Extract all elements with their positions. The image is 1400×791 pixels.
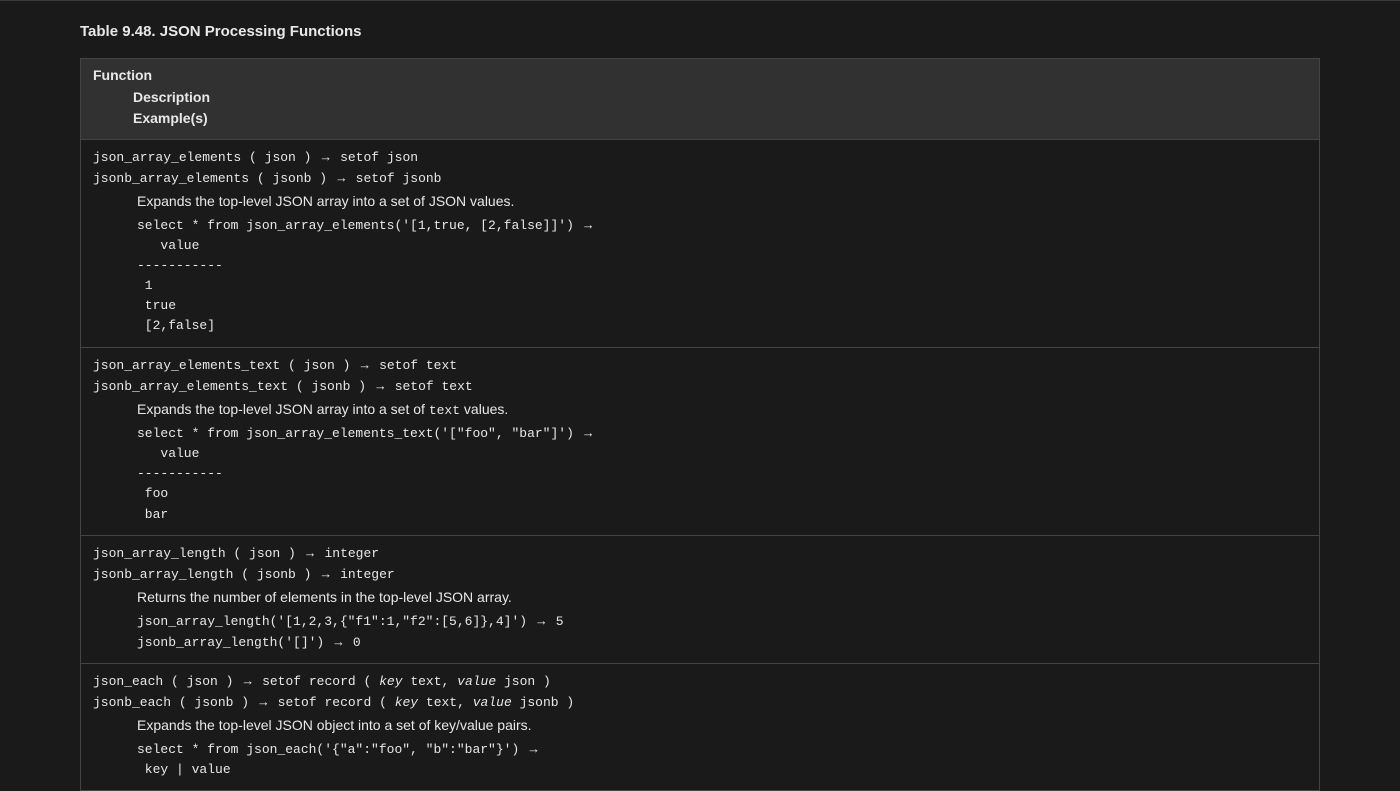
returns-arrow-icon: → — [358, 357, 371, 372]
ret-type: setof json — [340, 150, 418, 165]
example-call: select * from json_each('{"a":"foo", "b"… — [93, 739, 1307, 760]
returns-arrow-icon: → — [319, 149, 332, 164]
ret-type: setof text — [395, 379, 473, 394]
returns-arrow-icon: → — [332, 634, 345, 649]
example-call: select * from json_array_elements_text('… — [93, 423, 1307, 444]
arg-type: jsonb — [311, 379, 350, 394]
param-value: value — [473, 695, 512, 710]
table-row: json_array_elements_text ( json ) → seto… — [81, 347, 1320, 535]
table-title: Table 9.48. JSON Processing Functions — [80, 21, 1320, 42]
function-signature: jsonb_array_elements ( jsonb ) → setof j… — [93, 168, 1307, 189]
returns-arrow-icon: → — [319, 566, 332, 581]
function-cell: json_array_length ( json ) → integerjson… — [81, 535, 1320, 663]
param-value: value — [457, 674, 496, 689]
function-signature: jsonb_array_elements_text ( jsonb ) → se… — [93, 376, 1307, 397]
arg-type: json — [249, 546, 280, 561]
param-key: key — [395, 695, 418, 710]
val-type: jsonb — [520, 695, 559, 710]
ret-type: integer — [340, 567, 395, 582]
returns-arrow-icon: → — [335, 170, 348, 185]
func-name: json_array_elements — [93, 150, 241, 165]
arg-type: json — [265, 150, 296, 165]
page: Table 9.48. JSON Processing Functions Fu… — [0, 1, 1400, 791]
ret-type: integer — [324, 546, 379, 561]
table-row: json_each ( json ) → setof record ( key … — [81, 663, 1320, 790]
column-header: Function Description Example(s) — [81, 59, 1320, 140]
returns-arrow-icon: → — [535, 613, 548, 628]
arg-type: json — [187, 674, 218, 689]
ret-type: setof record — [278, 695, 372, 710]
arg-type: jsonb — [257, 567, 296, 582]
function-cell: json_array_elements_text ( json ) → seto… — [81, 347, 1320, 535]
table-row: json_array_length ( json ) → integerjson… — [81, 535, 1320, 663]
example-result: 5 — [556, 614, 564, 629]
func-name: jsonb_array_elements_text — [93, 379, 288, 394]
function-signature: jsonb_array_length ( jsonb ) → integer — [93, 564, 1307, 585]
function-signature: json_array_length ( json ) → integer — [93, 543, 1307, 564]
returns-arrow-icon: → — [374, 378, 387, 393]
arg-type: json — [304, 358, 335, 373]
ret-type: setof jsonb — [356, 171, 442, 186]
header-description: Description — [93, 88, 1307, 108]
func-name: json_each — [93, 674, 163, 689]
returns-arrow-icon: → — [241, 673, 254, 688]
returns-arrow-icon: → — [304, 545, 317, 560]
arg-type: jsonb — [272, 171, 311, 186]
ret-type: setof record — [262, 674, 356, 689]
func-name: json_array_length — [93, 546, 226, 561]
arg-type: jsonb — [194, 695, 233, 710]
function-signature: json_array_elements_text ( json ) → seto… — [93, 355, 1307, 376]
example-result-block: key | value — [93, 760, 1307, 780]
function-description: Expands the top-level JSON array into a … — [93, 192, 1307, 212]
example-call: jsonb_array_length('[]') → 0 — [93, 632, 1307, 653]
function-signature: json_array_elements ( json ) → setof jso… — [93, 147, 1307, 168]
ret-type: setof text — [379, 358, 457, 373]
func-name: json_array_elements_text — [93, 358, 280, 373]
table-row: json_array_elements ( json ) → setof jso… — [81, 139, 1320, 347]
returns-arrow-icon: → — [582, 425, 595, 440]
example-result-block: value ----------- foo bar — [93, 444, 1307, 525]
returns-arrow-icon: → — [582, 217, 595, 232]
function-description: Returns the number of elements in the to… — [93, 588, 1307, 608]
function-cell: json_each ( json ) → setof record ( key … — [81, 663, 1320, 790]
function-description: Expands the top-level JSON array into a … — [93, 400, 1307, 420]
header-function: Function — [93, 67, 152, 83]
function-description: Expands the top-level JSON object into a… — [93, 716, 1307, 736]
functions-table: Function Description Example(s) json_arr… — [80, 58, 1320, 791]
func-name: jsonb_array_elements — [93, 171, 249, 186]
function-signature: json_each ( json ) → setof record ( key … — [93, 671, 1307, 692]
function-cell: json_array_elements ( json ) → setof jso… — [81, 139, 1320, 347]
example-call: select * from json_array_elements('[1,tr… — [93, 215, 1307, 236]
param-key: key — [379, 674, 402, 689]
example-result-block: value ----------- 1 true [2,false] — [93, 236, 1307, 337]
header-examples: Example(s) — [93, 109, 1307, 129]
func-name: jsonb_each — [93, 695, 171, 710]
returns-arrow-icon: → — [527, 741, 540, 756]
func-name: jsonb_array_length — [93, 567, 233, 582]
example-result: 0 — [353, 635, 361, 650]
function-signature: jsonb_each ( jsonb ) → setof record ( ke… — [93, 692, 1307, 713]
val-type: json — [504, 674, 535, 689]
returns-arrow-icon: → — [257, 694, 270, 709]
example-call: json_array_length('[1,2,3,{"f1":1,"f2":[… — [93, 611, 1307, 632]
